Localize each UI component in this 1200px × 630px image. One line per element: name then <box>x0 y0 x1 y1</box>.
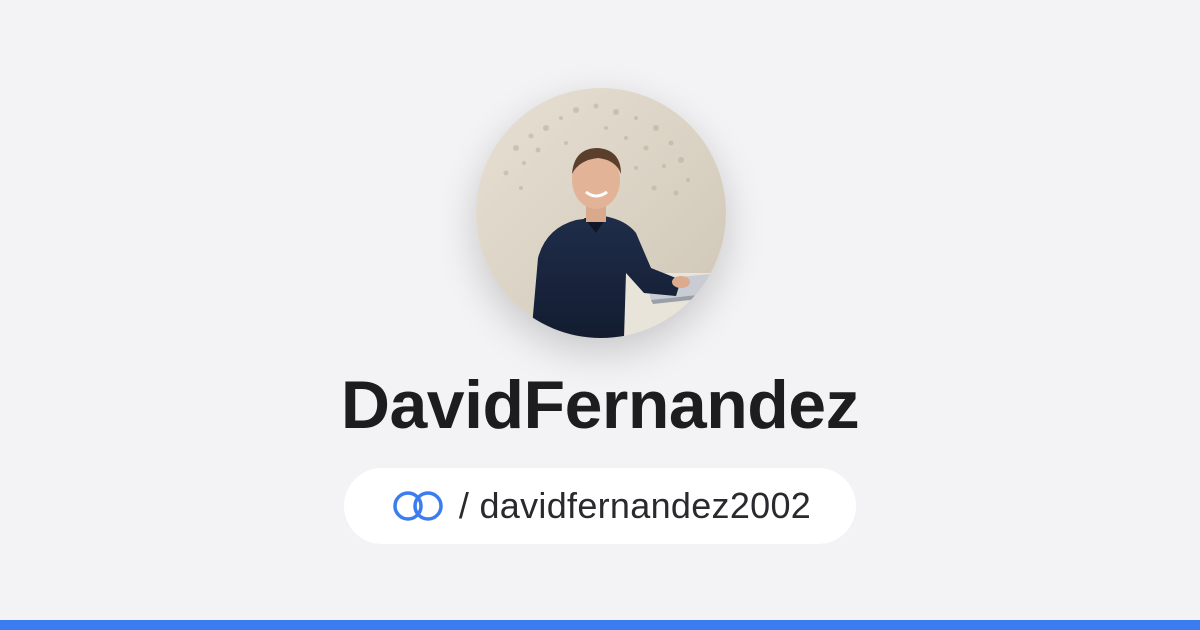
accent-bar <box>0 620 1200 630</box>
link-rings-icon <box>389 489 447 523</box>
profile-handle-text: / davidfernandez2002 <box>458 485 812 526</box>
avatar-photo <box>476 88 726 338</box>
avatar <box>476 88 726 338</box>
profile-handle-link[interactable]: / davidfernandez2002 <box>344 468 856 544</box>
display-name: DavidFernandez <box>340 367 860 443</box>
